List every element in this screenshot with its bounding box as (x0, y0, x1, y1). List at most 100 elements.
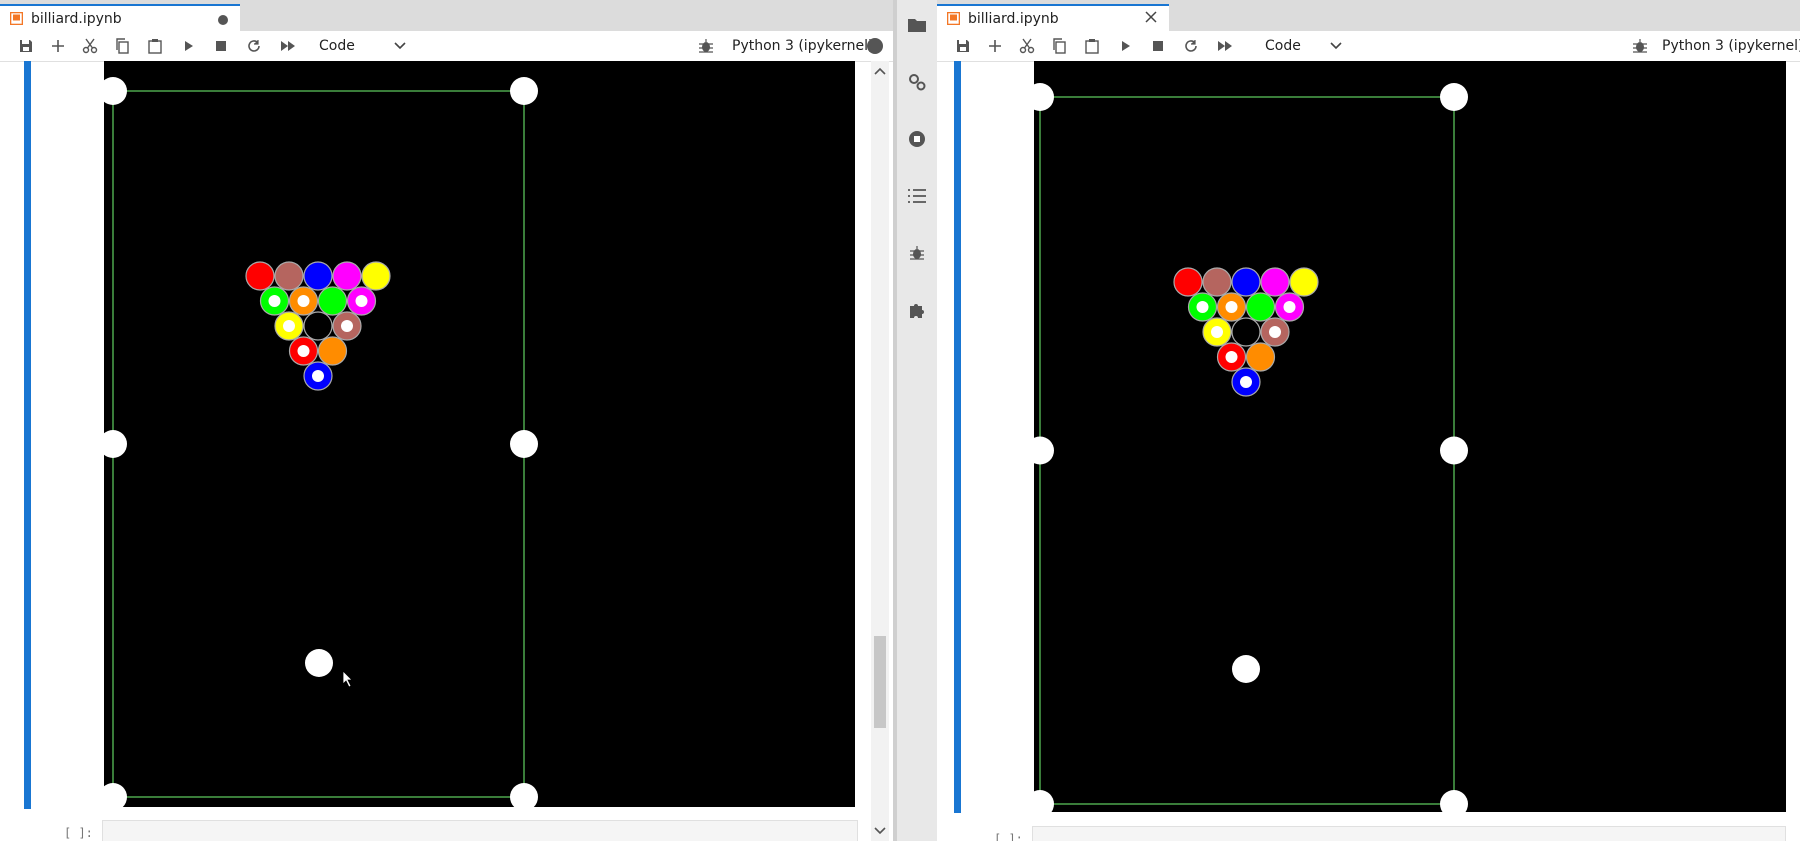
ball-stripe (297, 295, 310, 307)
table-rail (1039, 96, 1455, 805)
debugger-icon[interactable] (907, 243, 927, 263)
cell-type-dropdown[interactable]: Code (1265, 38, 1301, 54)
folder-icon[interactable] (907, 14, 927, 34)
next-cell-input[interactable] (102, 820, 858, 841)
stop-circle-icon[interactable] (907, 129, 927, 149)
cell-type-dropdown[interactable]: Code (319, 38, 355, 54)
table-pocket (510, 430, 538, 458)
cell-output (104, 61, 855, 807)
solid-ball (317, 336, 348, 366)
save-icon[interactable] (17, 37, 35, 55)
chevron-down-icon[interactable] (1329, 38, 1343, 52)
run-icon[interactable] (1117, 37, 1135, 55)
ball-stripe (341, 320, 353, 332)
notebook-tab[interactable]: billiard.ipynb (937, 4, 1169, 31)
ball-stripe (1269, 326, 1281, 338)
table-pocket (510, 77, 538, 105)
restart-icon[interactable] (1182, 37, 1200, 55)
solid-ball (361, 261, 391, 291)
notebook-icon (10, 12, 23, 25)
solid-ball (274, 261, 304, 291)
cell-prompt: [ ]: (64, 826, 93, 840)
scroll-up-arrow[interactable] (874, 66, 886, 76)
solid-ball (1231, 317, 1261, 347)
solid-ball (1173, 267, 1203, 297)
save-icon[interactable] (954, 37, 972, 55)
restart-icon[interactable] (245, 37, 263, 55)
copy-icon[interactable] (113, 37, 131, 55)
kernel-status-indicator (867, 38, 883, 54)
table-pocket (1440, 83, 1468, 111)
table-of-contents-icon[interactable] (907, 186, 927, 206)
tab-title: billiard.ipynb (31, 10, 122, 27)
ball-stripe (312, 370, 324, 382)
active-cell-indicator (954, 61, 961, 813)
solid-ball (1202, 267, 1232, 297)
billiard-table (104, 77, 538, 807)
solid-ball (245, 261, 275, 291)
tab-bar: billiard.ipynb (937, 0, 1800, 32)
fast-forward-icon[interactable] (1216, 37, 1234, 55)
right-notebook-panel: billiard.ipynb Code Python 3 (ipykernel)… (937, 0, 1800, 841)
ball-stripe (1225, 301, 1238, 313)
right-sidebar (897, 0, 938, 841)
left-notebook-panel: billiard.ipynb Code Python 3 (ipykernel)… (0, 0, 893, 841)
ball-stripe (1225, 351, 1238, 363)
cut-icon[interactable] (81, 37, 99, 55)
close-icon[interactable] (1145, 11, 1157, 23)
solid-ball (303, 261, 333, 291)
running-terminals-icon[interactable] (907, 72, 927, 92)
kernel-name[interactable]: Python 3 (ipykernel) (732, 38, 873, 54)
notebook-icon (947, 12, 960, 25)
ball-stripe (355, 295, 368, 307)
paste-icon[interactable] (1083, 37, 1101, 55)
scrollbar[interactable] (871, 61, 889, 841)
solid-ball (317, 286, 348, 316)
cue-ball (305, 649, 333, 677)
notebook-tab[interactable]: billiard.ipynb (0, 4, 240, 31)
kernel-name[interactable]: Python 3 (ipykernel) (1662, 38, 1800, 54)
table-pocket (1440, 436, 1468, 465)
ball-stripe (1283, 301, 1296, 313)
debugger-icon[interactable] (1631, 37, 1649, 55)
extension-icon[interactable] (907, 300, 927, 320)
cell-prompt: [ ]: (994, 832, 1023, 841)
billiard-table (1034, 83, 1468, 812)
tab-bar: billiard.ipynb (0, 0, 893, 32)
cut-icon[interactable] (1018, 37, 1036, 55)
solid-ball (332, 261, 362, 291)
solid-ball (1245, 342, 1276, 372)
table-rail (112, 90, 525, 798)
solid-ball (1289, 267, 1319, 297)
debugger-icon[interactable] (697, 37, 715, 55)
solid-ball (1245, 292, 1276, 322)
fast-forward-icon[interactable] (279, 37, 297, 55)
tab-title: billiard.ipynb (968, 10, 1059, 27)
unsaved-indicator[interactable] (218, 15, 228, 25)
chevron-down-icon[interactable] (393, 38, 407, 52)
solid-ball (303, 311, 333, 341)
ball-stripe (1211, 326, 1223, 338)
next-cell-input[interactable] (1032, 826, 1786, 841)
active-cell-indicator (24, 61, 31, 809)
solid-ball (1231, 267, 1261, 297)
stop-icon[interactable] (212, 37, 230, 55)
ball-stripe (297, 345, 310, 357)
solid-ball (1260, 267, 1290, 297)
copy-icon[interactable] (1050, 37, 1068, 55)
add-cell-icon[interactable] (49, 37, 67, 55)
cell-output (1034, 61, 1786, 812)
scroll-down-arrow[interactable] (874, 826, 886, 836)
notebook-toolbar: Code Python 3 (ipykernel) (0, 31, 893, 62)
add-cell-icon[interactable] (986, 37, 1004, 55)
ball-stripe (1196, 301, 1209, 313)
ball-stripe (268, 295, 281, 307)
paste-icon[interactable] (146, 37, 164, 55)
notebook-toolbar: Code Python 3 (ipykernel) (937, 31, 1800, 62)
stop-icon[interactable] (1149, 37, 1167, 55)
ball-stripe (1240, 376, 1252, 388)
scroll-thumb[interactable] (874, 636, 886, 728)
cue-ball (1232, 655, 1260, 683)
ball-stripe (283, 320, 295, 332)
run-icon[interactable] (180, 37, 198, 55)
